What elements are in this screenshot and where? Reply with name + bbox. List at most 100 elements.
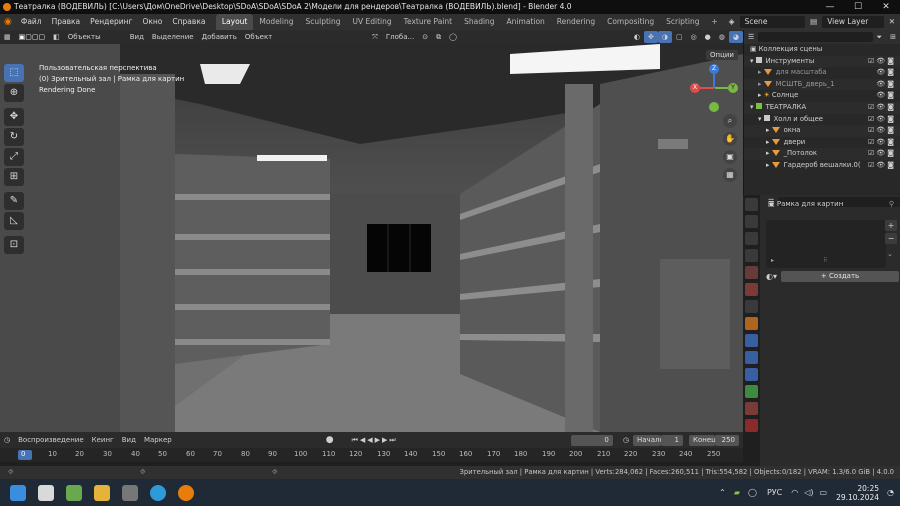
timeline-editor-icon[interactable]: ◷ <box>0 433 14 447</box>
list-resize-handle-icon[interactable]: ⠿ <box>823 257 827 264</box>
menu-add[interactable]: Добавить <box>198 30 241 44</box>
outliner-row[interactable]: ▸ двери ☑👁◙ <box>744 137 900 149</box>
menu-file[interactable]: Файл <box>16 14 47 30</box>
pivot-icon[interactable]: ⊙ <box>418 30 432 44</box>
scene-selector[interactable]: Scene <box>739 16 806 28</box>
menu-help[interactable]: Справка <box>167 14 210 30</box>
menu-marker[interactable]: Маркер <box>140 433 176 447</box>
tray-overflow-icon[interactable]: ⌃ <box>719 488 726 497</box>
language-indicator[interactable]: РУС <box>767 488 782 497</box>
current-frame-field[interactable]: 0 <box>570 434 613 446</box>
clock[interactable]: 20:25 29.10.2024 <box>836 484 879 502</box>
tab-shading[interactable]: Shading <box>458 14 500 30</box>
pin-icon[interactable]: ⚲ <box>889 200 894 208</box>
tab-uv-editing[interactable]: UV Editing <box>347 14 398 30</box>
playback-controls-icon[interactable]: ⏮◀◀▶▶⏭ <box>348 433 402 447</box>
object-tab-icon[interactable] <box>745 317 758 330</box>
preview-range-icon[interactable]: ◷ <box>619 433 633 447</box>
pan-hand-icon[interactable]: ✋ <box>723 132 737 146</box>
add-workspace-button[interactable]: + <box>705 14 723 30</box>
modifiers-tab-icon[interactable] <box>745 334 758 347</box>
transform-tool-icon[interactable]: ⊞ <box>4 168 24 186</box>
view-layer-selector[interactable]: View Layer <box>822 16 884 28</box>
physics-tab-icon[interactable] <box>745 368 758 381</box>
visibility-icon[interactable]: ◐ <box>630 30 644 44</box>
outliner-row[interactable]: ▸ ☀ Солнце 👁◙ <box>744 90 900 102</box>
gizmo-toggle-icon[interactable]: ✥ <box>643 31 658 43</box>
outliner-row[interactable]: ▸ _Потолок ☑👁◙ <box>744 148 900 160</box>
move-tool-icon[interactable]: ✥ <box>4 108 24 126</box>
rotate-tool-icon[interactable]: ↻ <box>4 128 24 146</box>
snap-icon[interactable]: ⧉ <box>432 30 445 44</box>
add-slot-button[interactable]: + <box>885 220 897 231</box>
tab-layout[interactable]: Layout <box>215 14 254 30</box>
tab-scripting[interactable]: Scripting <box>660 14 705 30</box>
gizmo-neg-y-axis[interactable] <box>709 102 719 112</box>
minimize-button[interactable]: — <box>816 0 844 14</box>
shading-wire-icon[interactable]: ◎ <box>687 30 701 44</box>
navigation-gizmo[interactable]: Z X Y <box>690 64 738 112</box>
texture-tab-icon[interactable] <box>745 419 758 432</box>
material-tab-icon[interactable] <box>745 402 758 415</box>
edge-browser-icon[interactable] <box>150 484 166 501</box>
menu-edit[interactable]: Правка <box>47 14 86 30</box>
camera-view-icon[interactable]: ▣ <box>723 150 737 164</box>
visibility-icons[interactable]: ☑👁◙ <box>868 102 896 114</box>
outliner-search-input[interactable] <box>758 32 873 42</box>
outliner-row[interactable]: ▸ для масштаба 👁◙ <box>744 67 900 79</box>
measure-tool-icon[interactable]: ◺ <box>4 212 24 230</box>
shading-rendered-icon[interactable]: ◕ <box>728 31 743 43</box>
store-icon[interactable] <box>38 484 54 501</box>
file-explorer-icon[interactable] <box>94 484 110 501</box>
gizmo-y-axis[interactable]: Y <box>728 83 738 93</box>
volume-icon[interactable]: ◁) <box>804 488 813 497</box>
output-tab-icon[interactable] <box>745 232 758 245</box>
visibility-icons[interactable]: ☑👁◙ <box>868 125 896 137</box>
notification-bell-icon[interactable]: ◔ <box>887 488 894 497</box>
tab-sculpting[interactable]: Sculpting <box>300 14 347 30</box>
menu-playback[interactable]: Воспроизведение <box>14 433 88 447</box>
wifi-icon[interactable]: ◠ <box>791 488 798 497</box>
add-cube-tool-icon[interactable]: ⊡ <box>4 236 24 254</box>
menu-keying[interactable]: Кеинг <box>88 433 118 447</box>
maximize-button[interactable]: ☐ <box>844 0 872 14</box>
filter-icon[interactable]: ⏷ <box>873 30 887 44</box>
select-box-tool-icon[interactable]: ⬚ <box>4 64 24 82</box>
outliner-row[interactable]: ▾ ТЕАТРАЛКА ☑👁◙ <box>744 101 900 114</box>
remove-slot-button[interactable]: − <box>885 233 897 244</box>
tab-texture-paint[interactable]: Texture Paint <box>398 14 458 30</box>
tray-app-icon[interactable]: ◯ <box>748 488 757 497</box>
world-tab-icon[interactable] <box>745 283 758 296</box>
transform-orientation-dropdown[interactable]: Глоба... <box>382 30 418 44</box>
app-icon[interactable] <box>122 484 138 501</box>
outliner-row[interactable]: ▸ окна ☑👁◙ <box>744 125 900 137</box>
menu-object[interactable]: Объект <box>241 30 276 44</box>
visibility-icons[interactable]: ☑👁◙ <box>868 148 896 160</box>
visibility-icons[interactable]: 👁◙ <box>876 67 896 79</box>
3d-viewport[interactable]: Пользовательская перспектива (0) Зритель… <box>0 44 743 432</box>
options-dropdown[interactable]: Опции <box>706 50 738 60</box>
menu-select[interactable]: Выделение <box>148 30 198 44</box>
visibility-icons[interactable]: ☑👁◙ <box>868 160 896 172</box>
mode-dropdown[interactable]: Объекты <box>64 30 126 44</box>
visibility-icons[interactable]: ☑👁◙ <box>868 114 896 126</box>
close-button[interactable]: ✕ <box>872 0 900 14</box>
cursor-tool-icon[interactable]: ⊕ <box>4 84 24 102</box>
shading-solid-icon[interactable]: ● <box>701 30 715 44</box>
select-mode-icons[interactable]: ▣▢▢▢ <box>15 30 49 44</box>
outliner-row[interactable]: ▾ Инструменты ☑👁◙ <box>744 55 900 68</box>
blender-taskbar-icon[interactable] <box>178 484 194 501</box>
end-frame-field[interactable]: 250 <box>715 434 739 446</box>
gizmo-x-axis[interactable]: X <box>690 83 700 93</box>
outliner-root[interactable]: ▣ Коллекция сцены <box>744 44 900 56</box>
menu-window[interactable]: Окно <box>137 14 167 30</box>
proportional-edit-icon[interactable]: ◯ <box>445 30 461 44</box>
list-expand-icon[interactable]: ▸ <box>771 257 774 264</box>
visibility-icons[interactable]: 👁◙ <box>876 79 896 91</box>
menu-view[interactable]: Вид <box>126 30 148 44</box>
constraints-tab-icon[interactable] <box>745 385 758 398</box>
minecraft-icon[interactable] <box>66 484 82 501</box>
scale-tool-icon[interactable]: ⤢ <box>4 148 24 166</box>
menu-timeline-view[interactable]: Вид <box>118 433 140 447</box>
visibility-icons[interactable]: ☑👁◙ <box>868 137 896 149</box>
